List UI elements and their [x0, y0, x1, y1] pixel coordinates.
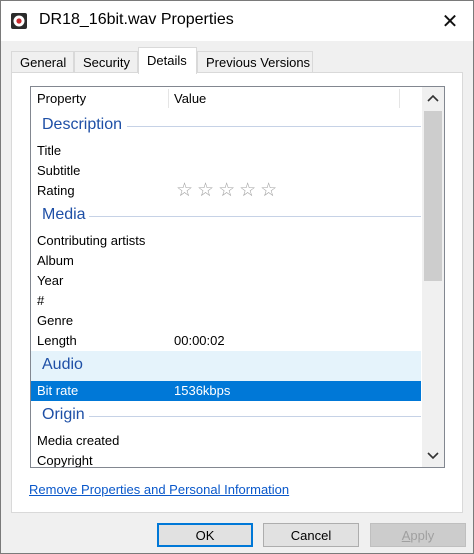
list-item[interactable]: Rating ☆☆☆☆☆	[31, 181, 421, 201]
chevron-down-icon	[427, 452, 439, 460]
close-button[interactable]: ✕	[427, 1, 473, 41]
scroll-thumb[interactable]	[424, 111, 442, 281]
list-item[interactable]: Subtitle	[31, 161, 421, 181]
column-separator[interactable]	[399, 89, 400, 108]
apply-button[interactable]: Apply	[370, 523, 466, 547]
tab-details[interactable]: Details	[138, 47, 197, 74]
group-label: Origin	[42, 406, 85, 423]
vertical-scrollbar[interactable]	[422, 87, 444, 467]
rating-stars[interactable]: ☆☆☆☆☆	[176, 181, 281, 201]
property-list[interactable]: Property Value Description Title Subtitl…	[30, 86, 445, 468]
tab-security[interactable]: Security	[74, 51, 138, 73]
list-item[interactable]: Title	[31, 141, 421, 161]
group-label: Description	[42, 116, 123, 133]
property-name: Copyright	[37, 453, 93, 468]
list-item[interactable]: Copyright	[31, 451, 421, 468]
window-title: DR18_16bit.wav Properties	[39, 11, 234, 28]
group-divider	[89, 216, 421, 217]
list-item-selected[interactable]: Bit rate 1536kbps	[31, 381, 421, 401]
properties-dialog: DR18_16bit.wav Properties ✕ General Secu…	[0, 0, 474, 554]
scroll-down-button[interactable]	[422, 445, 444, 467]
property-name: Contributing artists	[37, 233, 146, 248]
list-item[interactable]: #	[31, 291, 421, 311]
chevron-up-icon	[427, 94, 439, 102]
media-file-icon	[11, 13, 27, 29]
property-name: Bit rate	[37, 383, 79, 398]
details-panel: Property Value Description Title Subtitl…	[11, 72, 463, 513]
property-column-header[interactable]: Property	[37, 91, 86, 106]
tab-general[interactable]: General	[11, 51, 74, 73]
tab-previous-versions[interactable]: Previous Versions	[197, 51, 313, 73]
group-header-origin: Origin	[31, 401, 421, 431]
property-value: 00:00:02	[174, 333, 225, 348]
property-name: Rating	[37, 183, 75, 198]
list-item[interactable]: Media created	[31, 431, 421, 451]
group-header-audio: Audio	[31, 351, 421, 381]
property-name: Length	[37, 333, 77, 348]
group-divider	[127, 126, 421, 127]
value-column-header[interactable]: Value	[174, 91, 206, 106]
tab-strip: General Security Details Previous Versio…	[11, 47, 463, 74]
column-separator[interactable]	[168, 89, 169, 108]
group-label: Audio	[42, 356, 83, 373]
list-item[interactable]: Album	[31, 251, 421, 271]
group-divider	[89, 416, 421, 417]
property-value: 1536kbps	[174, 383, 231, 398]
group-label: Media	[42, 206, 86, 223]
property-name: Genre	[37, 313, 74, 328]
property-name: #	[37, 293, 45, 308]
cancel-button[interactable]: Cancel	[263, 523, 359, 547]
ok-button[interactable]: OK	[157, 523, 253, 547]
list-header: Property Value	[31, 87, 421, 111]
title-bar: DR18_16bit.wav Properties ✕	[1, 1, 473, 41]
group-header-description: Description	[31, 111, 421, 141]
remove-properties-link[interactable]: Remove Properties and Personal Informati…	[29, 482, 289, 497]
property-name: Media created	[37, 433, 120, 448]
property-name: Title	[37, 143, 62, 158]
property-name: Album	[37, 253, 74, 268]
list-item[interactable]: Year	[31, 271, 421, 291]
scroll-up-button[interactable]	[422, 87, 444, 109]
property-name: Year	[37, 273, 64, 288]
list-item[interactable]: Contributing artists	[31, 231, 421, 251]
list-item[interactable]: Genre	[31, 311, 421, 331]
list-rows: Description Title Subtitle Rating ☆☆☆☆☆ …	[31, 111, 421, 468]
group-header-media: Media	[31, 201, 421, 231]
list-item[interactable]: Length 00:00:02	[31, 331, 421, 351]
property-name: Subtitle	[37, 163, 81, 178]
apply-accelerator: A	[401, 527, 411, 543]
apply-label-rest: pply	[410, 527, 435, 543]
